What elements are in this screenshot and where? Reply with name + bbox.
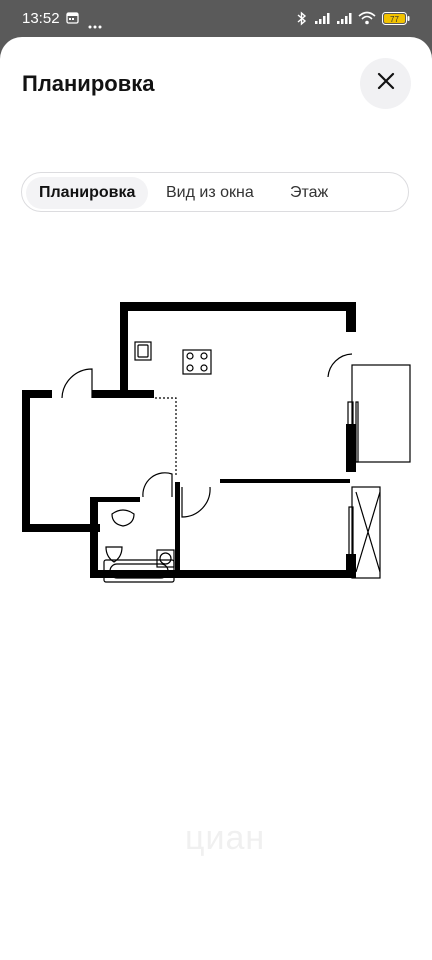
page-title: Планировка bbox=[22, 71, 155, 96]
signal-icon bbox=[336, 12, 354, 26]
more-icon bbox=[88, 16, 102, 30]
tab-window-view[interactable]: Вид из окна bbox=[166, 177, 254, 209]
status-bar: 13:52 77 bbox=[0, 0, 432, 38]
calendar-icon bbox=[66, 11, 79, 25]
tab-plan[interactable]: Планировка bbox=[26, 177, 149, 209]
signal-icon bbox=[314, 12, 332, 26]
walls bbox=[22, 302, 356, 578]
close-icon bbox=[376, 71, 396, 96]
watermark-logo: циан bbox=[185, 819, 265, 858]
bluetooth-icon bbox=[297, 11, 307, 26]
watermark-text: циан bbox=[185, 819, 266, 857]
wifi-icon bbox=[358, 11, 376, 25]
battery-level: 77 bbox=[390, 15, 399, 24]
floor-plan-image bbox=[0, 292, 432, 592]
plan-details bbox=[61, 341, 411, 583]
nav-bar bbox=[0, 955, 432, 960]
view-tabs: Планировка Вид из окна Этаж bbox=[21, 172, 409, 212]
tab-floor[interactable]: Этаж bbox=[290, 177, 328, 209]
floor-plan-sheet: Планировка Планировка Вид из окна Этаж ц… bbox=[0, 37, 432, 960]
close-button[interactable] bbox=[360, 58, 411, 109]
status-time: 13:52 bbox=[22, 10, 60, 27]
battery-icon: 77 bbox=[382, 12, 410, 26]
